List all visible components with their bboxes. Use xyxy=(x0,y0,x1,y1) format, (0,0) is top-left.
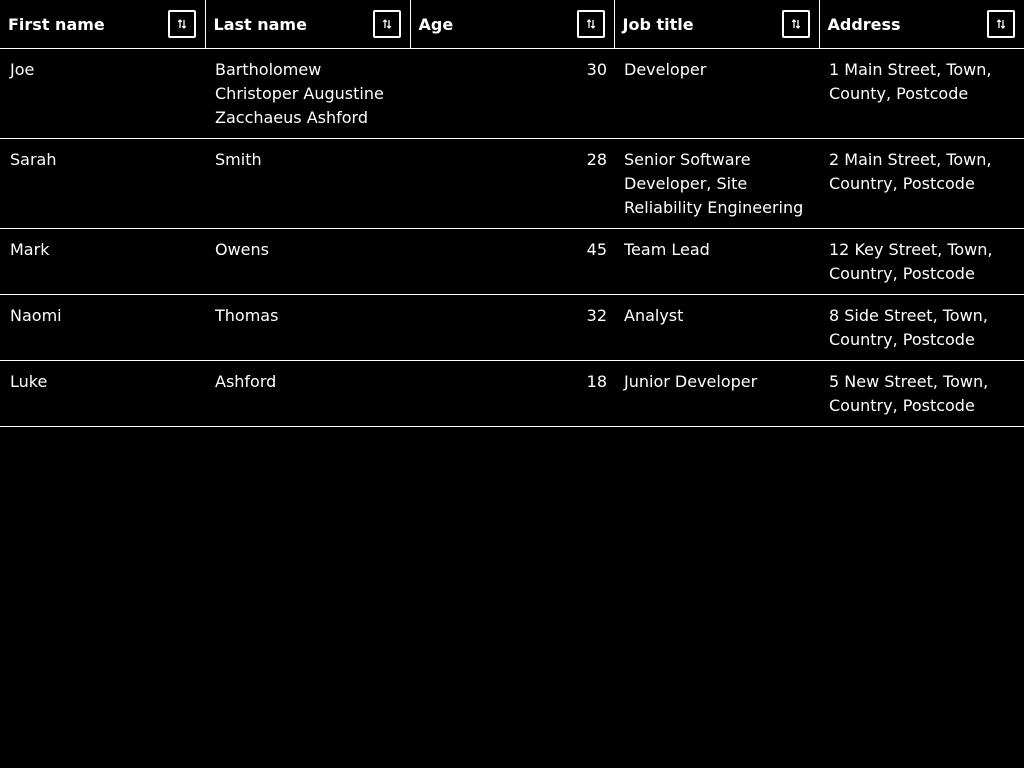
table-row: Sarah Smith 28 Senior Software Developer… xyxy=(0,138,1024,229)
cell-job-title: Analyst xyxy=(614,294,819,361)
sort-arrows-icon xyxy=(586,19,595,29)
cell-age: 45 xyxy=(410,228,614,295)
table-header: First name Last name Age Job title Addre… xyxy=(0,0,1024,49)
cell-first-name: Luke xyxy=(0,360,205,427)
cell-address: 12 Key Street, Town, Country, Postcode xyxy=(819,228,1024,295)
cell-first-name: Sarah xyxy=(0,138,205,229)
column-label: Last name xyxy=(213,14,307,34)
cell-address: 5 New Street, Town, Country, Postcode xyxy=(819,360,1024,427)
cell-address: 2 Main Street, Town, Country, Postcode xyxy=(819,138,1024,229)
cell-last-name: Owens xyxy=(205,228,410,295)
table-body: Joe Bartholomew Christoper Augustine Zac… xyxy=(0,48,1024,427)
column-label: Job title xyxy=(622,14,694,34)
column-header-first-name: First name xyxy=(0,0,205,49)
cell-last-name: Ashford xyxy=(205,360,410,427)
sort-first-name-button[interactable] xyxy=(167,10,196,38)
sort-arrows-icon xyxy=(177,19,186,29)
cell-job-title: Senior Software Developer, Site Reliabil… xyxy=(614,138,819,229)
column-header-address: Address xyxy=(818,0,1024,49)
cell-last-name: Smith xyxy=(205,138,410,229)
cell-age: 28 xyxy=(410,138,614,229)
column-label: Age xyxy=(418,14,454,34)
cell-age: 18 xyxy=(410,360,614,427)
sort-arrows-icon xyxy=(382,19,391,29)
cell-last-name: Thomas xyxy=(205,294,410,361)
column-label: First name xyxy=(8,14,105,34)
sort-last-name-button[interactable] xyxy=(372,10,401,38)
cell-age: 30 xyxy=(410,48,614,139)
cell-last-name: Bartholomew Christoper Augustine Zacchae… xyxy=(205,48,410,139)
sort-address-button[interactable] xyxy=(987,10,1015,38)
cell-first-name: Mark xyxy=(0,228,205,295)
table-row: Luke Ashford 18 Junior Developer 5 New S… xyxy=(0,360,1024,427)
cell-job-title: Developer xyxy=(614,48,819,139)
sort-job-title-button[interactable] xyxy=(781,10,810,38)
column-label: Address xyxy=(827,14,901,34)
header-row: First name Last name Age Job title Addre… xyxy=(0,0,1024,49)
sort-age-button[interactable] xyxy=(576,10,605,38)
people-table: First name Last name Age Job title Addre… xyxy=(0,0,1024,427)
cell-age: 32 xyxy=(410,294,614,361)
sort-arrows-icon xyxy=(791,19,800,29)
cell-job-title: Team Lead xyxy=(614,228,819,295)
sort-arrows-icon xyxy=(996,19,1006,29)
table-row: Joe Bartholomew Christoper Augustine Zac… xyxy=(0,48,1024,139)
column-header-age: Age xyxy=(409,0,614,49)
cell-first-name: Naomi xyxy=(0,294,205,361)
table-row: Naomi Thomas 32 Analyst 8 Side Street, T… xyxy=(0,294,1024,361)
cell-address: 1 Main Street, Town, County, Postcode xyxy=(819,48,1024,139)
cell-address: 8 Side Street, Town, Country, Postcode xyxy=(819,294,1024,361)
column-header-job-title: Job title xyxy=(613,0,819,49)
cell-job-title: Junior Developer xyxy=(614,360,819,427)
table-row: Mark Owens 45 Team Lead 12 Key Street, T… xyxy=(0,228,1024,295)
column-header-last-name: Last name xyxy=(204,0,410,49)
cell-first-name: Joe xyxy=(0,48,205,139)
